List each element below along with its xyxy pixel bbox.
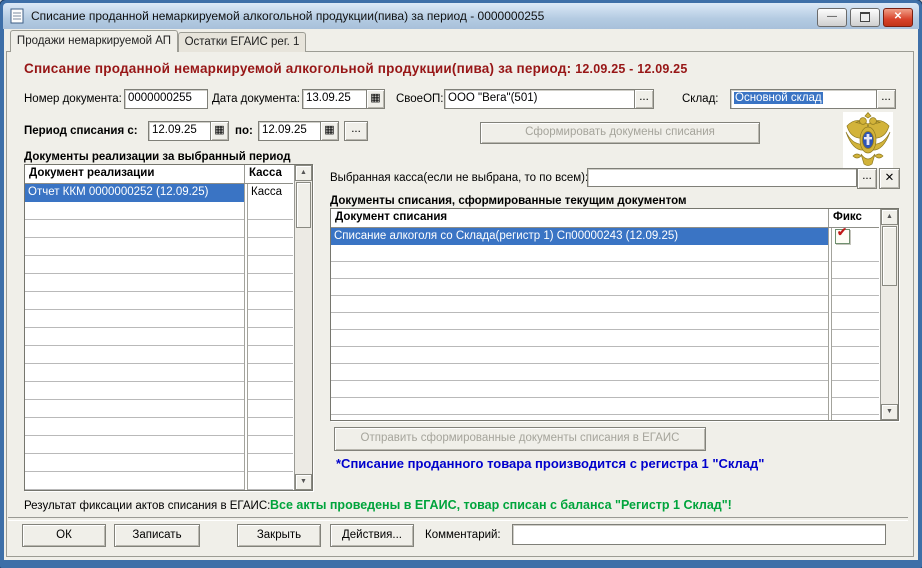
sales-docs-body: Отчет ККМ 0000000252 (12.09.25) Касса bbox=[25, 184, 293, 490]
send-to-egais-button[interactable]: Отправить сформированные документы списа… bbox=[334, 427, 706, 451]
restore-icon bbox=[860, 12, 870, 22]
generate-writeoff-button[interactable]: Сформировать докумены списания bbox=[480, 122, 760, 144]
close-button[interactable]: ✕ bbox=[883, 8, 913, 27]
scrollbar-thumb[interactable] bbox=[296, 182, 311, 228]
scroll-down-icon[interactable]: ▼ bbox=[881, 404, 898, 420]
footer-separator bbox=[8, 517, 908, 521]
egais-result-label: Результат фиксации актов списания в ЕГАИ… bbox=[24, 500, 270, 512]
sales-docs-caption: Документы реализации за выбранный период bbox=[24, 151, 291, 163]
sales-docs-scrollbar[interactable]: ▲ ▼ bbox=[294, 165, 312, 490]
period-to-field[interactable]: 12.09.25 bbox=[258, 121, 324, 141]
fixed-checkbox[interactable]: ✔ bbox=[835, 229, 850, 244]
warehouse-label: Склад: bbox=[682, 93, 718, 105]
sales-docs-col-doc[interactable]: Документ реализации bbox=[25, 165, 245, 183]
window-title: Списание проданной немаркируемой алкогол… bbox=[31, 9, 544, 23]
doc-date-field[interactable]: 13.09.25 bbox=[302, 89, 370, 109]
minimize-button[interactable]: — bbox=[817, 8, 847, 27]
document-icon bbox=[10, 8, 24, 24]
sales-docs-row-kassa[interactable]: Касса bbox=[247, 184, 293, 202]
app-window: Списание проданной немаркируемой алкогол… bbox=[0, 0, 922, 568]
writeoff-docs-scrollbar[interactable]: ▲ ▼ bbox=[880, 209, 898, 420]
fsrar-eagle-emblem-icon bbox=[843, 112, 893, 168]
comment-input[interactable] bbox=[512, 524, 886, 545]
tab-sales[interactable]: Продажи немаркируемой АП bbox=[10, 30, 178, 52]
kassa-browse-button[interactable]: ... bbox=[857, 168, 877, 189]
own-op-browse-button[interactable]: ... bbox=[634, 89, 654, 109]
doc-number-field[interactable]: 0000000255 bbox=[124, 89, 208, 109]
writeoff-docs-body: Списание алкоголя со Склада(регистр 1) С… bbox=[331, 228, 879, 420]
title-bar: Списание проданной немаркируемой алкогол… bbox=[3, 3, 919, 29]
check-icon: ✔ bbox=[837, 225, 847, 239]
sales-docs-row[interactable]: Отчет ККМ 0000000252 (12.09.25) bbox=[25, 184, 244, 202]
tab-egais-remains[interactable]: Остатки ЕГАИС рег. 1 bbox=[178, 32, 306, 52]
kassa-filter-label: Выбранная касса(если не выбрана, то по в… bbox=[330, 172, 591, 184]
close-form-button[interactable]: Закрыть bbox=[237, 524, 321, 547]
writeoff-docs-table: Документ списания Фикс Списание алкоголя… bbox=[330, 208, 899, 421]
own-op-field[interactable]: ООО "Вега"(501) bbox=[444, 89, 638, 109]
comment-label: Комментарий: bbox=[425, 529, 501, 541]
kassa-clear-button[interactable]: ✕ bbox=[879, 168, 900, 189]
writeoff-docs-col-doc[interactable]: Документ списания bbox=[331, 209, 829, 227]
kassa-filter-input[interactable] bbox=[587, 168, 857, 187]
sales-docs-col-kassa[interactable]: Касса bbox=[245, 165, 293, 183]
actions-button[interactable]: Действия... bbox=[330, 524, 414, 547]
own-op-label: СвоеОП: bbox=[396, 93, 443, 105]
period-to-calendar-icon[interactable]: ▦ bbox=[320, 121, 339, 141]
ok-button[interactable]: ОК bbox=[22, 524, 106, 547]
doc-number-label: Номер документа: bbox=[24, 93, 122, 105]
doc-date-label: Дата документа: bbox=[212, 93, 300, 105]
period-from-field[interactable]: 12.09.25 bbox=[148, 121, 214, 141]
writeoff-docs-row[interactable]: Списание алкоголя со Склада(регистр 1) С… bbox=[331, 228, 828, 245]
doc-date-calendar-icon[interactable]: ▦ bbox=[366, 89, 385, 109]
egais-result-value: Все акты проведены в ЕГАИС, товар списан… bbox=[270, 498, 732, 512]
period-from-label: Период списания с: bbox=[24, 125, 138, 137]
sales-docs-table: Документ реализации Касса Отчет ККМ 0000… bbox=[24, 164, 313, 491]
scrollbar-thumb[interactable] bbox=[882, 226, 897, 286]
writeoff-docs-row-fix[interactable]: ✔ bbox=[831, 228, 879, 245]
warehouse-value: Основной склад bbox=[734, 92, 823, 104]
scroll-up-icon[interactable]: ▲ bbox=[295, 165, 312, 181]
period-browse-button[interactable]: ... bbox=[344, 121, 368, 141]
save-button[interactable]: Записать bbox=[114, 524, 200, 547]
period-from-calendar-icon[interactable]: ▦ bbox=[210, 121, 229, 141]
warehouse-browse-button[interactable]: ... bbox=[876, 89, 896, 109]
page-title-period: 12.09.25 - 12.09.25 bbox=[575, 62, 687, 76]
scroll-down-icon[interactable]: ▼ bbox=[295, 474, 312, 490]
restore-button[interactable] bbox=[850, 8, 880, 27]
writeoff-docs-caption: Документы списания, сформированные текущ… bbox=[330, 195, 686, 207]
page-title: Списание проданной немаркируемой алкогол… bbox=[24, 61, 687, 76]
register-note: *Списание проданного товара производится… bbox=[336, 456, 764, 471]
client-area: Продажи немаркируемой АП Остатки ЕГАИС р… bbox=[4, 29, 918, 560]
page-title-text: Списание проданной немаркируемой алкогол… bbox=[24, 61, 571, 76]
scroll-up-icon[interactable]: ▲ bbox=[881, 209, 898, 225]
warehouse-field[interactable]: Основной склад bbox=[730, 89, 880, 109]
period-to-label: по: bbox=[235, 125, 253, 137]
